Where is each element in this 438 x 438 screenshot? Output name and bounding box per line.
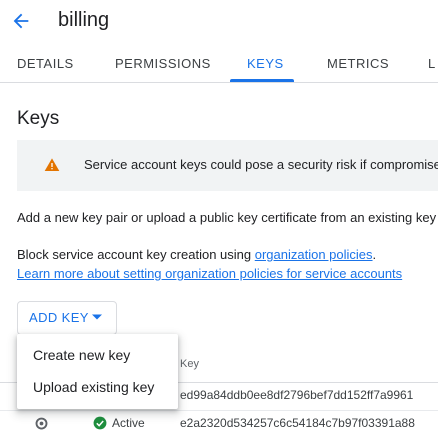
learn-more-line: Learn more about setting organization po… bbox=[17, 266, 402, 281]
policy-text-prefix: Block service account key creation using bbox=[17, 247, 255, 262]
policy-text: Block service account key creation using… bbox=[17, 247, 376, 262]
page-header: billing bbox=[0, 0, 438, 42]
page-title: billing bbox=[58, 9, 110, 31]
menu-item-label: Upload existing key bbox=[33, 379, 155, 395]
add-key-label: ADD KEY bbox=[29, 310, 89, 325]
warning-text: Service account keys could pose a securi… bbox=[84, 157, 438, 172]
service-account-page: billing DETAILS PERMISSIONS KEYS METRICS… bbox=[0, 0, 438, 438]
warning-icon bbox=[44, 158, 60, 171]
status-label: Active bbox=[112, 416, 145, 430]
column-header-key: Key bbox=[180, 358, 199, 370]
policy-text-suffix: . bbox=[372, 247, 377, 262]
add-key-button[interactable]: ADD KEY bbox=[17, 301, 117, 335]
add-key-menu: Create new key Upload existing key bbox=[17, 334, 178, 409]
tab-bar: DETAILS PERMISSIONS KEYS METRICS L bbox=[0, 48, 438, 83]
table-row: Active e2a2320d534257c6c54184c7b97f03391… bbox=[0, 408, 438, 438]
check-circle-icon bbox=[93, 416, 107, 430]
tab-logs[interactable]: L bbox=[428, 48, 436, 82]
tab-permissions[interactable]: PERMISSIONS bbox=[115, 48, 211, 82]
menu-item-create-new-key[interactable]: Create new key bbox=[17, 340, 178, 370]
back-arrow-icon[interactable] bbox=[10, 10, 32, 32]
active-tab-indicator bbox=[230, 79, 294, 82]
key-id: ed99a84ddb0ee8df2796bef7dd152ff7a9961 bbox=[180, 388, 414, 402]
learn-more-link[interactable]: Learn more about setting organization po… bbox=[17, 266, 402, 281]
tab-keys[interactable]: KEYS bbox=[247, 48, 284, 82]
menu-item-upload-existing-key[interactable]: Upload existing key bbox=[17, 372, 178, 402]
settings-icon[interactable] bbox=[34, 416, 49, 431]
section-title: Keys bbox=[17, 108, 60, 129]
key-id: e2a2320d534257c6c54184c7b97f03391a88 bbox=[180, 416, 415, 430]
menu-item-label: Create new key bbox=[33, 347, 131, 363]
tab-details[interactable]: DETAILS bbox=[17, 48, 74, 82]
organization-policies-link[interactable]: organization policies bbox=[255, 247, 373, 262]
warning-banner: Service account keys could pose a securi… bbox=[17, 140, 438, 191]
caret-down-icon bbox=[92, 314, 102, 320]
info-text: Add a new key pair or upload a public ke… bbox=[17, 210, 437, 225]
tab-metrics[interactable]: METRICS bbox=[327, 48, 389, 82]
